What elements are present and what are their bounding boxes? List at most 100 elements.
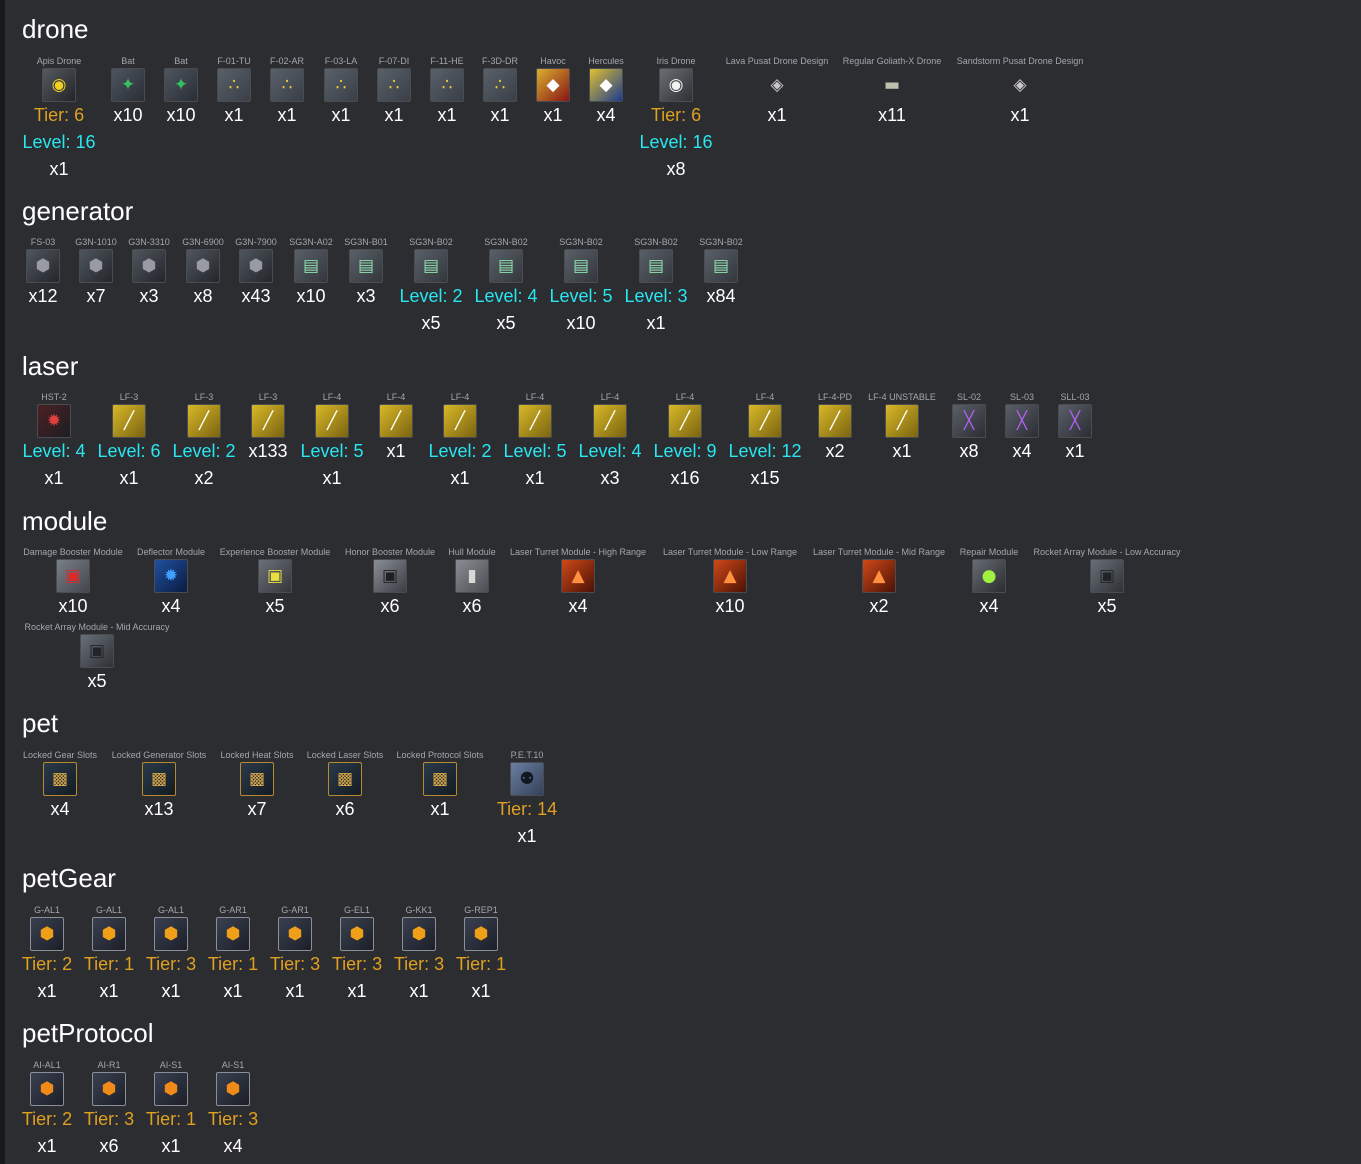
item-quantity: x43 (241, 286, 271, 306)
generator-icon: ⬢ (26, 249, 60, 283)
item-level: Level: 4 (578, 441, 642, 461)
item-quantity: x10 (566, 313, 596, 333)
pet-gear-icon: ⬢ (464, 917, 498, 951)
pet-protocol-icon: ⬢ (154, 1072, 188, 1106)
item-quantity: x1 (490, 105, 510, 125)
laser-cannon-icon: ╱ (748, 404, 782, 438)
item-quantity: x1 (224, 105, 244, 125)
item-name: Laser Turret Module - Low Range (662, 547, 798, 557)
item-quantity: x4 (596, 105, 616, 125)
item-name: Locked Protocol Slots (396, 750, 484, 760)
rocket-launcher-icon: ✹ (37, 404, 71, 438)
drone-formation-icon: ∴ (377, 68, 411, 102)
item-quantity: x10 (166, 105, 196, 125)
item-name: SG3N-B02 (559, 237, 603, 247)
item-level: Level: 4 (22, 441, 86, 461)
item-quantity: x3 (139, 286, 159, 306)
honor-module-icon: ▣ (373, 559, 407, 593)
item-quantity: x1 (37, 1136, 57, 1156)
item-name: G-AL1 (33, 905, 61, 915)
item-quantity: x5 (87, 671, 107, 691)
turret-module-icon: ▲ (862, 559, 896, 593)
item-quantity: x5 (496, 313, 516, 333)
shield-generator-icon: ▤ (414, 249, 448, 283)
pet-gear-icon: ⬢ (216, 917, 250, 951)
laser-cannon-icon: ╱ (593, 404, 627, 438)
item-quantity: x6 (462, 596, 482, 616)
category-title-drone: drone (22, 14, 89, 44)
item-tier: Tier: 6 (650, 105, 702, 125)
item-tier: Tier: 3 (269, 954, 321, 974)
item-tier: Tier: 1 (145, 1109, 197, 1129)
item-name: G-AL1 (157, 905, 185, 915)
laser-cannon-icon: ╱ (443, 404, 477, 438)
item-name: SLL-03 (1060, 392, 1090, 402)
item-quantity: x1 (322, 468, 342, 488)
item-quantity: x1 (543, 105, 563, 125)
item-name: G-REP1 (464, 905, 498, 915)
item-name: Locked Laser Slots (306, 750, 384, 760)
item-name: AI-S1 (221, 1060, 245, 1070)
item-quantity: x4 (568, 596, 588, 616)
item-tier: Tier: 3 (83, 1109, 135, 1129)
item-quantity: x15 (750, 468, 780, 488)
item-quantity: x4 (161, 596, 181, 616)
lock-icon: ▩ (43, 762, 77, 796)
laser-cannon-icon: ╱ (379, 404, 413, 438)
item-name: LF-3 (194, 392, 214, 402)
item-name: AI-S1 (159, 1060, 183, 1070)
item-name: G-AR1 (219, 905, 247, 915)
item-quantity: x7 (247, 799, 267, 819)
turret-module-icon: ▲ (561, 559, 595, 593)
item-quantity: x8 (959, 441, 979, 461)
pet-protocol-icon: ⬢ (30, 1072, 64, 1106)
item-name: SG3N-B02 (409, 237, 453, 247)
deflector-module-icon: ✹ (154, 559, 188, 593)
item-name: LF-4 (386, 392, 406, 402)
item-name: LF-3 (119, 392, 139, 402)
pet-gear-icon: ⬢ (402, 917, 436, 951)
item-quantity: x5 (265, 596, 285, 616)
item-name: Repair Module (959, 547, 1019, 557)
pet-gear-icon: ⬢ (154, 917, 188, 951)
laser-cannon-icon: ╱ (315, 404, 349, 438)
item-name: LF-4 (600, 392, 620, 402)
shield-generator-icon: ▤ (639, 249, 673, 283)
item-name: F-3D-DR (482, 56, 518, 66)
item-name: Bat (121, 56, 135, 66)
item-level: Level: 5 (549, 286, 613, 306)
shield-generator-icon: ▤ (704, 249, 738, 283)
item-quantity: x1 (99, 981, 119, 1001)
pet-protocol-icon: ⬢ (216, 1072, 250, 1106)
item-name: FS-03 (30, 237, 56, 247)
item-quantity: x2 (194, 468, 214, 488)
shield-generator-icon: ▤ (294, 249, 328, 283)
item-tier: Tier: 1 (455, 954, 507, 974)
item-level: Level: 16 (22, 132, 96, 152)
item-name: SG3N-B02 (484, 237, 528, 247)
item-level: Level: 5 (503, 441, 567, 461)
item-quantity: x6 (99, 1136, 119, 1156)
item-name: SG3N-B02 (699, 237, 743, 247)
item-tier: Tier: 3 (331, 954, 383, 974)
item-name: Havoc (540, 56, 566, 66)
item-name: LF-4 (755, 392, 775, 402)
item-quantity: x1 (517, 826, 537, 846)
item-name: HST-2 (41, 392, 67, 402)
item-level: Level: 2 (428, 441, 492, 461)
generator-icon: ⬢ (239, 249, 273, 283)
shotgun-laser-icon: ╳ (952, 404, 986, 438)
item-quantity: x3 (356, 286, 376, 306)
experience-module-icon: ▣ (258, 559, 292, 593)
item-level: Level: 4 (474, 286, 538, 306)
item-name: Damage Booster Module (23, 547, 123, 557)
item-name: LF-4 (450, 392, 470, 402)
item-quantity: x1 (384, 105, 404, 125)
apis-drone-icon: ◉ (42, 68, 76, 102)
item-name: Locked Heat Slots (220, 750, 294, 760)
item-name: Honor Booster Module (344, 547, 436, 557)
item-quantity: x4 (223, 1136, 243, 1156)
item-quantity: x4 (979, 596, 999, 616)
item-quantity: x1 (386, 441, 406, 461)
category-title-generator: generator (22, 196, 134, 226)
